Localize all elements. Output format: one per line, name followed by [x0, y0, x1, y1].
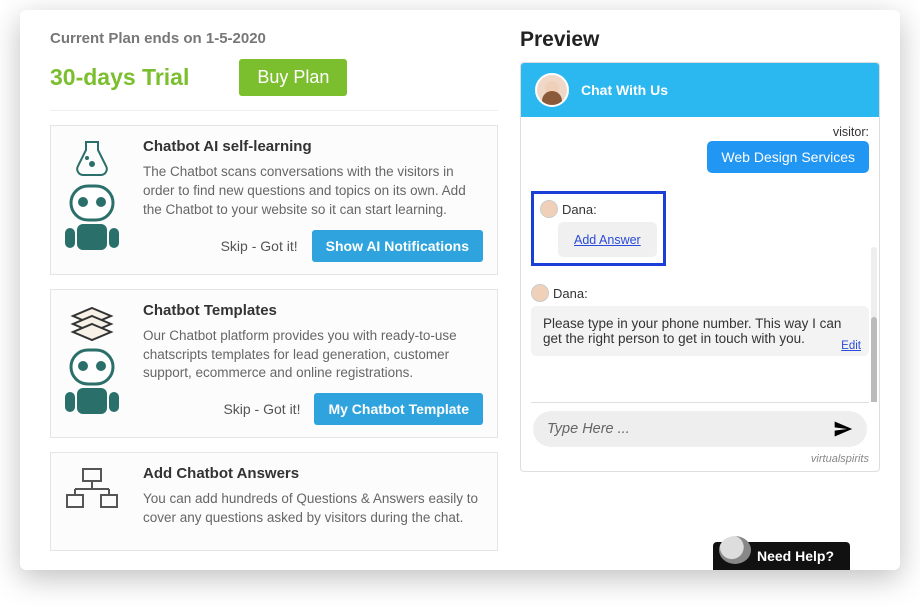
page-container: Current Plan ends on 1-5-2020 30-days Tr… — [20, 10, 900, 570]
agent-message-text: Please type in your phone number. This w… — [543, 316, 841, 346]
agent-name: Dana: — [553, 286, 588, 301]
send-icon[interactable] — [833, 419, 853, 439]
card-actions: Skip - Got it! My Chatbot Template — [143, 393, 483, 425]
agent-block-highlighted: Dana: Add Answer — [531, 191, 869, 266]
card-title: Chatbot AI self-learning — [143, 138, 483, 155]
agent-avatar — [535, 73, 569, 107]
card-desc: Our Chatbot platform provides you with r… — [143, 327, 483, 384]
flask-robot-icon — [61, 138, 131, 262]
agent-block-2: Dana: Please type in your phone number. … — [531, 284, 869, 356]
buy-plan-button[interactable]: Buy Plan — [239, 59, 347, 96]
agent-message: Please type in your phone number. This w… — [531, 306, 869, 356]
plan-row: 30-days Trial Buy Plan — [50, 59, 498, 111]
show-ai-notifications-button[interactable]: Show AI Notifications — [312, 230, 483, 262]
plan-title: 30-days Trial — [50, 64, 189, 91]
agent-mini-avatar — [540, 200, 558, 218]
card-title: Add Chatbot Answers — [143, 465, 483, 482]
my-chatbot-template-button[interactable]: My Chatbot Template — [314, 393, 483, 425]
card-body: Chatbot AI self-learning The Chatbot sca… — [143, 138, 483, 262]
need-help-tab[interactable]: Need Help? — [713, 542, 850, 570]
chat-body: visitor: Web Design Services Dana: Add A… — [521, 117, 879, 402]
card-body: Chatbot Templates Our Chatbot platform p… — [143, 302, 483, 426]
card-actions: Skip - Got it! Show AI Notifications — [143, 230, 483, 262]
highlight-box: Dana: Add Answer — [531, 191, 666, 266]
brand-label: virtualspirits — [521, 451, 879, 471]
chat-input[interactable]: Type Here ... — [533, 411, 867, 447]
chat-widget: Chat With Us visitor: Web Design Service… — [520, 62, 880, 472]
chat-title: Chat With Us — [581, 82, 668, 98]
skip-link[interactable]: Skip - Got it! — [223, 401, 300, 417]
agent-name-row: Dana: — [531, 284, 869, 302]
agent-mini-avatar — [531, 284, 549, 302]
card-body: Add Chatbot Answers You can add hundreds… — [143, 465, 483, 538]
card-ai-self-learning: Chatbot AI self-learning The Chatbot sca… — [50, 125, 498, 275]
agent-name-row: Dana: — [540, 200, 657, 218]
card-desc: The Chatbot scans conversations with the… — [143, 163, 483, 220]
card-title: Chatbot Templates — [143, 302, 483, 319]
skip-link[interactable]: Skip - Got it! — [221, 238, 298, 254]
visitor-message: Web Design Services — [707, 141, 869, 173]
visitor-label: visitor: — [531, 125, 869, 139]
stack-robot-icon — [61, 302, 131, 426]
agent-name: Dana: — [562, 202, 597, 217]
preview-heading: Preview — [520, 28, 880, 52]
chat-input-row: Type Here ... — [521, 403, 879, 451]
add-answer-bubble: Add Answer — [558, 222, 657, 257]
add-answer-link[interactable]: Add Answer — [574, 233, 641, 247]
edit-link[interactable]: Edit — [841, 340, 861, 352]
card-add-answers: Add Chatbot Answers You can add hundreds… — [50, 452, 498, 551]
flowchart-icon — [61, 465, 131, 538]
card-desc: You can add hundreds of Questions & Answ… — [143, 490, 483, 528]
card-templates: Chatbot Templates Our Chatbot platform p… — [50, 289, 498, 439]
chat-scrollbar[interactable] — [871, 247, 877, 402]
chat-scrollbar-thumb[interactable] — [871, 317, 877, 402]
need-help-label: Need Help? — [757, 548, 834, 564]
left-column: Current Plan ends on 1-5-2020 30-days Tr… — [20, 10, 510, 570]
chat-input-placeholder: Type Here ... — [547, 421, 630, 437]
right-column: Preview Chat With Us visitor: Web Design… — [510, 10, 900, 570]
chat-header: Chat With Us — [521, 63, 879, 117]
plan-ends-label: Current Plan ends on 1-5-2020 — [50, 30, 498, 47]
